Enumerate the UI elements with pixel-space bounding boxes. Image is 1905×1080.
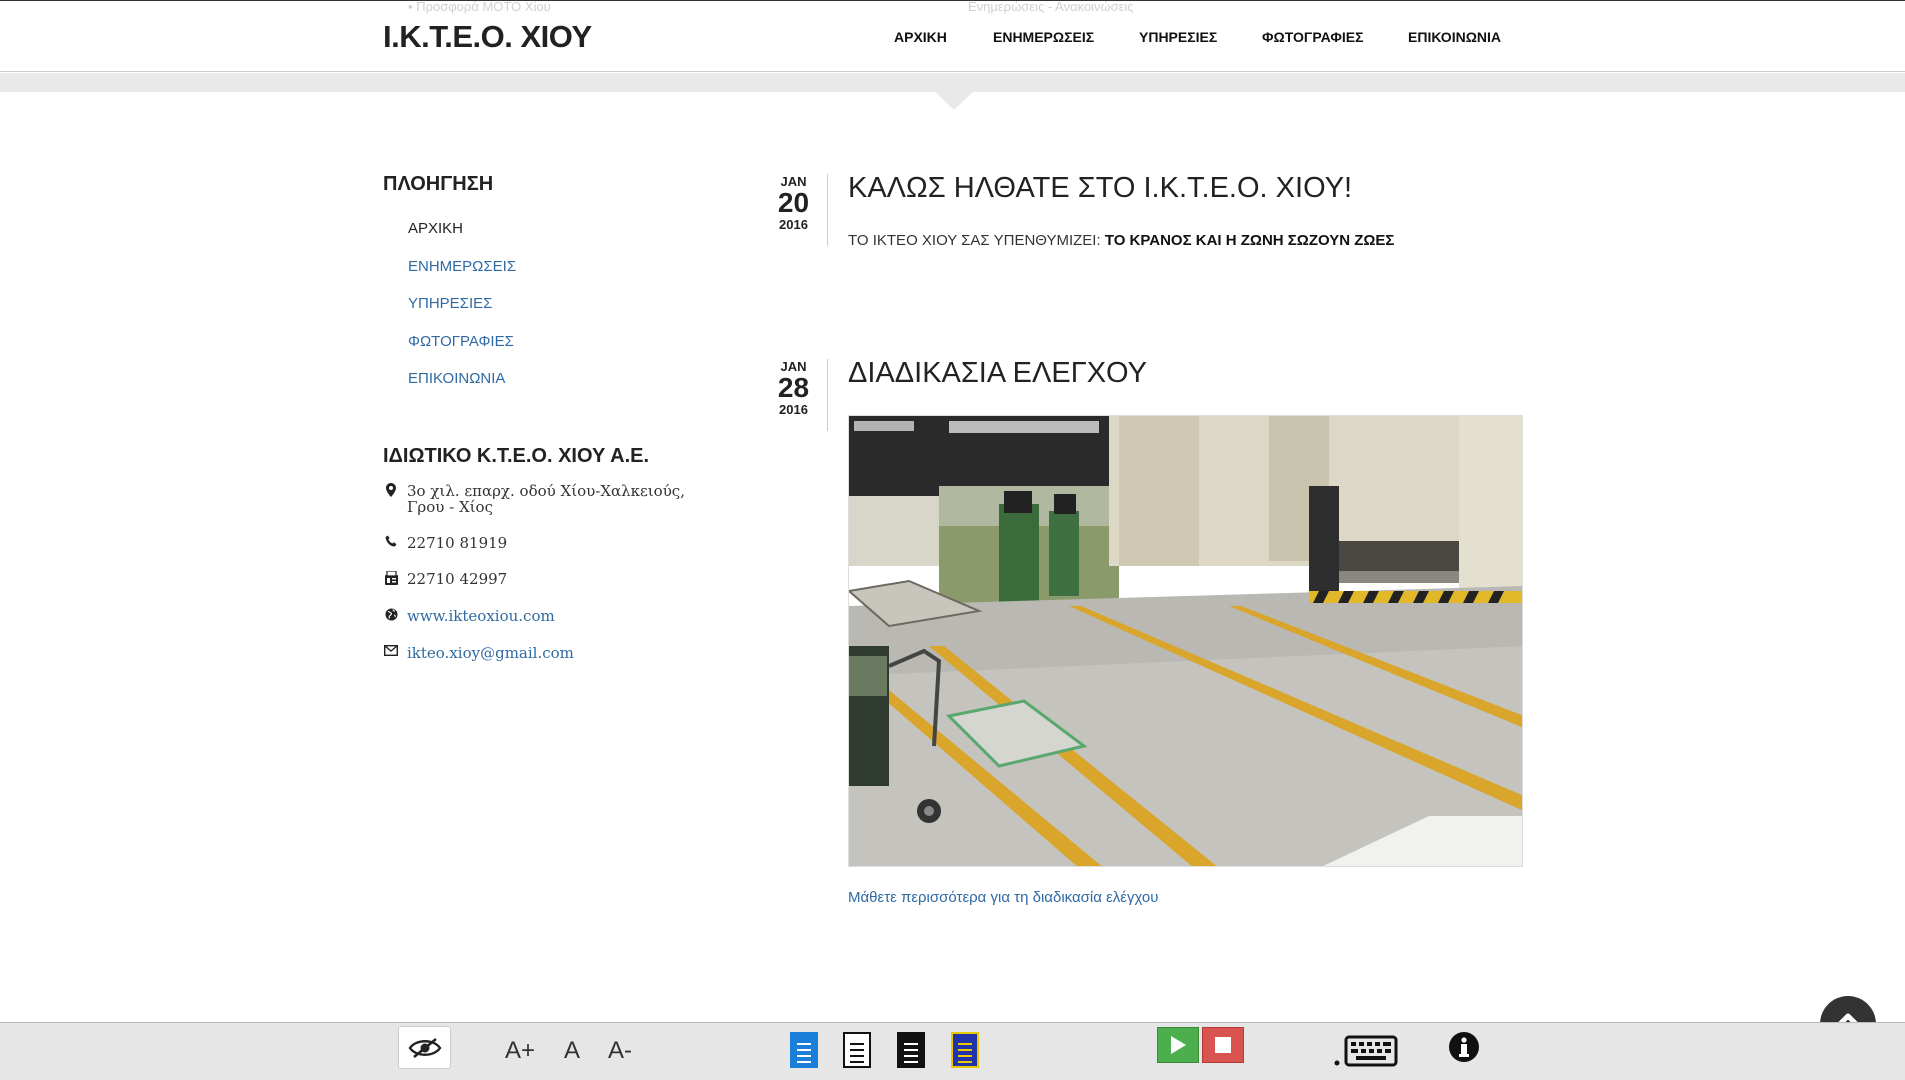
- virtual-keyboard-button[interactable]: [1333, 1032, 1399, 1068]
- stop-icon: [1202, 1027, 1244, 1063]
- sidebar-nav-heading: ΠΛΟΗΓΗΣΗ: [383, 173, 494, 195]
- post-date-year: 2016: [779, 402, 808, 417]
- post-date-day: 20: [777, 187, 810, 218]
- header-band: [0, 73, 1905, 92]
- globe-icon: [383, 608, 399, 621]
- contact-fax: 22710 42997: [383, 571, 703, 587]
- yellow-blue-document-icon: [951, 1032, 979, 1068]
- fax-icon: [383, 571, 399, 585]
- contact-address-text: 3ο χιλ. επαρχ. οδού Χίου-Χαλκειούς, Γρου…: [407, 482, 685, 516]
- post-excerpt-prefix: ΤΟ ΙΚΤΕΟ ΧΙΟΥ ΣΑΣ ΥΠΕΝΘΥΜΙΖΕΙ:: [848, 232, 1105, 249]
- contact-phone: 22710 81919: [383, 535, 703, 551]
- post-date-year: 2016: [779, 217, 808, 232]
- blue-document-button[interactable]: [789, 1031, 819, 1069]
- contact-phone-text: 22710 81919: [407, 534, 508, 552]
- map-marker-icon: [383, 483, 399, 497]
- yellow-blue-document-button[interactable]: [950, 1031, 980, 1069]
- font-decrease-button[interactable]: A-: [604, 1036, 636, 1066]
- black-document-button[interactable]: [896, 1031, 926, 1069]
- ghost-menu-text-left: ▪ Προσφορά ΜΟΤΟ Χίου: [408, 0, 551, 14]
- contact-fax-text: 22710 42997: [407, 570, 508, 588]
- post-title[interactable]: ΔΙΑΔΙΚΑΣΙΑ ΕΛΕΓΧΟΥ: [848, 357, 1147, 390]
- contact-email: ikteo.xioy@gmail.com: [383, 645, 703, 661]
- post-date: JAN 28 2016: [768, 359, 828, 431]
- sidebar-item-news[interactable]: ΕΝΗΜΕΡΩΣΕΙΣ: [408, 258, 516, 275]
- high-contrast-button[interactable]: [398, 1026, 451, 1069]
- site-header: ▪ Προσφορά ΜΟΤΟ Χίου Ενημερώσεις - Ανακο…: [0, 0, 1905, 72]
- sidebar-company-heading: ΙΔΙΩΤΙΚΟ Κ.Τ.Ε.Ο. ΧΙΟΥ Α.Ε.: [383, 445, 650, 467]
- nav-services[interactable]: ΥΠΗΡΕΣΙΕΣ: [1139, 29, 1217, 45]
- sidebar-item-services[interactable]: ΥΠΗΡΕΣΙΕΣ: [408, 295, 492, 312]
- inspection-hall-photo[interactable]: [848, 415, 1523, 867]
- sidebar-item-photos[interactable]: ΦΩΤΟΓΡΑΦΙΕΣ: [408, 333, 514, 350]
- info-button[interactable]: [1447, 1030, 1481, 1064]
- post-title[interactable]: ΚΑΛΩΣ ΗΛΘΑΤΕ ΣΤΟ Ι.Κ.Τ.Ε.Ο. ΧΙΟΥ!: [848, 172, 1352, 205]
- keyboard-icon: [1334, 1035, 1398, 1067]
- nav-home[interactable]: ΑΡΧΙΚΗ: [894, 29, 947, 45]
- website-link[interactable]: www.ikteoxiou.com: [407, 608, 555, 624]
- font-normal-button[interactable]: A: [560, 1036, 584, 1066]
- sidebar-item-home[interactable]: ΑΡΧΙΚΗ: [408, 220, 463, 237]
- ghost-menu-text-right: Ενημερώσεις - Ανακοινώσεις: [968, 0, 1134, 14]
- band-pointer: [935, 92, 973, 110]
- contact-website: www.ikteoxiou.com: [383, 608, 703, 624]
- sidebar-item-contact[interactable]: ΕΠΙΚΟΙΝΩΝΙΑ: [408, 370, 505, 387]
- play-audio-button[interactable]: [1157, 1027, 1199, 1063]
- envelope-icon: [383, 645, 399, 656]
- phone-icon: [383, 535, 399, 548]
- read-more-link[interactable]: Μάθετε περισσότερα για τη διαδικασία ελέ…: [848, 889, 1158, 906]
- nav-contact[interactable]: ΕΠΙΚΟΙΝΩΝΙΑ: [1408, 29, 1501, 45]
- contact-address: 3ο χιλ. επαρχ. οδού Χίου-Χαλκειούς, Γρου…: [383, 483, 703, 515]
- stop-audio-button[interactable]: [1202, 1027, 1244, 1063]
- font-increase-button[interactable]: A+: [502, 1036, 538, 1066]
- post-excerpt: ΤΟ ΙΚΤΕΟ ΧΙΟΥ ΣΑΣ ΥΠΕΝΘΥΜΙΖΕΙ: ΤΟ ΚΡΑΝΟΣ…: [848, 232, 1394, 249]
- white-document-icon: [843, 1032, 871, 1068]
- white-document-button[interactable]: [842, 1031, 872, 1069]
- blue-document-icon: [790, 1032, 818, 1068]
- post-excerpt-emphasis: ΤΟ ΚΡΑΝΟΣ ΚΑΙ Η ΖΩΝΗ ΣΩΖΟΥΝ ΖΩΕΣ: [1104, 232, 1395, 249]
- info-icon: [1449, 1032, 1479, 1062]
- play-icon: [1157, 1027, 1199, 1063]
- email-link[interactable]: ikteo.xioy@gmail.com: [407, 645, 574, 661]
- nav-news[interactable]: ΕΝΗΜΕΡΩΣΕΙΣ: [993, 29, 1094, 45]
- nav-photos[interactable]: ΦΩΤΟΓΡΑΦΙΕΣ: [1262, 29, 1363, 45]
- black-document-icon: [897, 1032, 925, 1068]
- post-date-day: 28: [777, 372, 810, 403]
- post-date: JAN 20 2016: [768, 174, 828, 246]
- site-title[interactable]: Ι.Κ.Τ.Ε.Ο. ΧΙΟΥ: [383, 19, 592, 55]
- eye-slash-icon: [408, 1037, 441, 1058]
